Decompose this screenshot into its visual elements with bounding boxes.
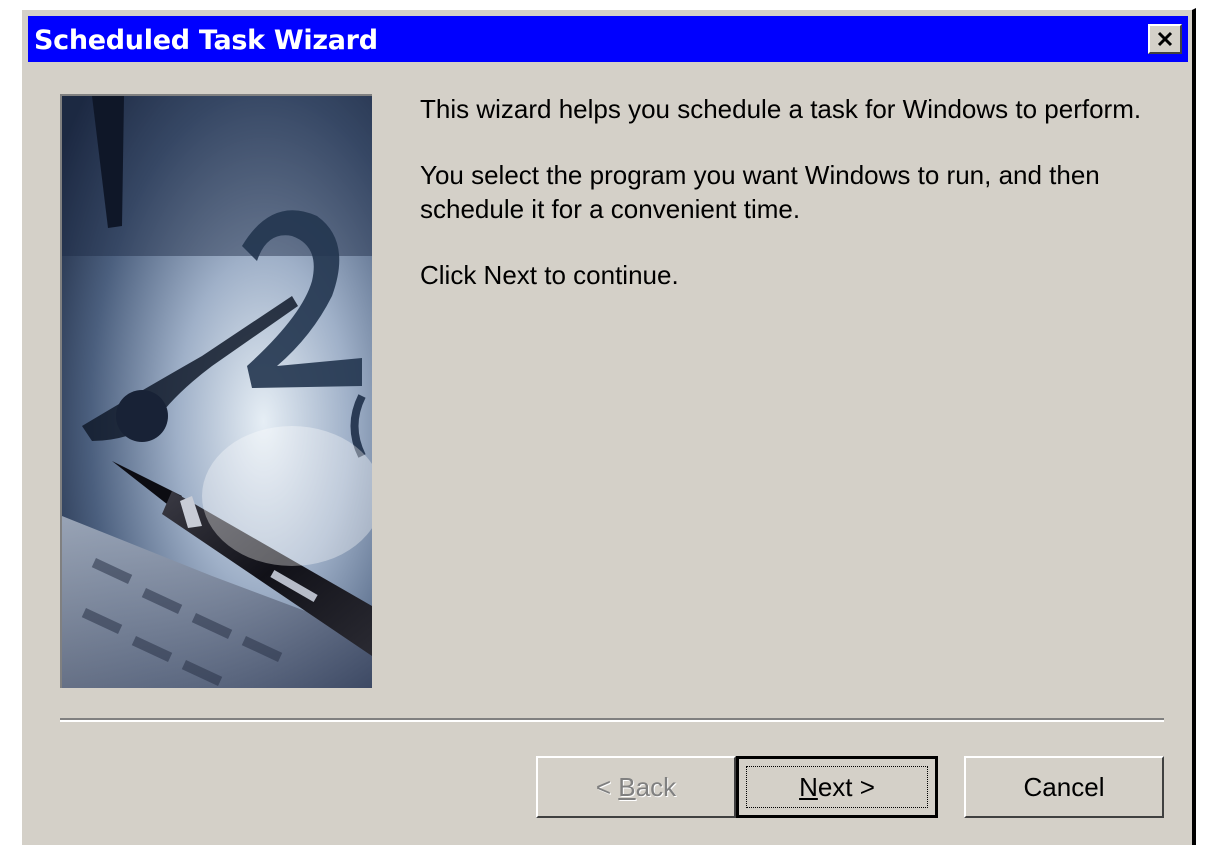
wizard-banner-image [60, 94, 372, 688]
intro-text: This wizard helps you schedule a task fo… [420, 94, 1142, 124]
close-button[interactable] [1148, 24, 1182, 54]
clock-and-pen-icon [62, 96, 372, 688]
cancel-button[interactable]: Cancel [964, 756, 1164, 818]
close-icon [1157, 31, 1173, 47]
instruction-text: You select the program you want Windows … [420, 160, 1100, 224]
back-button-label: < Back [595, 771, 677, 802]
title-bar[interactable]: Scheduled Task Wizard [28, 16, 1188, 62]
focus-rectangle [746, 766, 928, 808]
window-title: Scheduled Task Wizard [34, 25, 378, 56]
wizard-window: Scheduled Task Wizard This wizard helps … [20, 8, 1196, 845]
wizard-description: This wizard helps you schedule a task fo… [420, 92, 1160, 324]
separator-line [60, 718, 1164, 722]
continue-hint-text: Click Next to continue. [420, 260, 679, 290]
next-button[interactable]: Next > [736, 756, 938, 818]
cancel-button-label: Cancel [1023, 771, 1105, 802]
back-button[interactable]: < Back [536, 756, 736, 818]
